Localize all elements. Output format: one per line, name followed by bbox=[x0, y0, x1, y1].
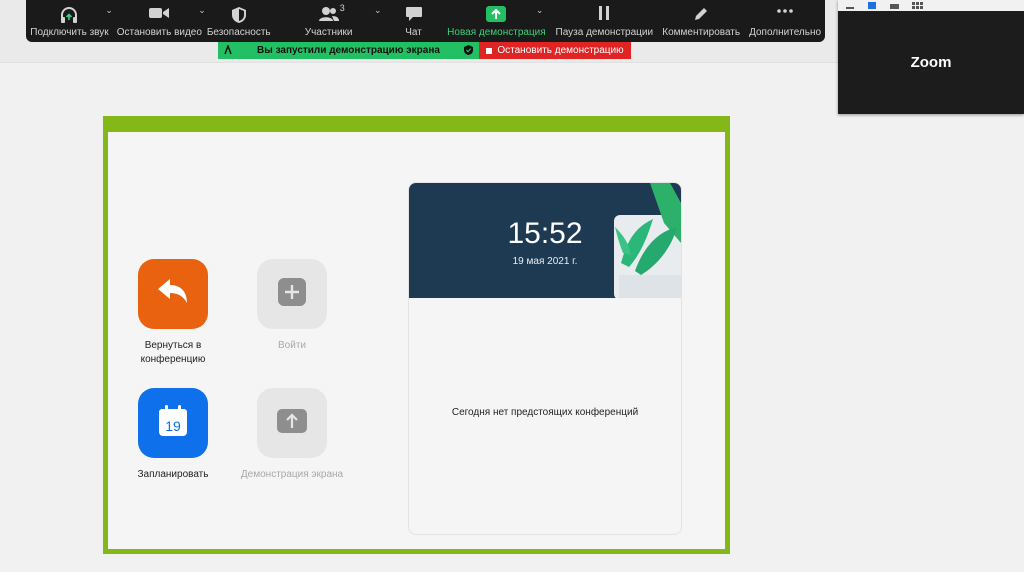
shield-check-icon bbox=[464, 45, 473, 58]
join-audio-button[interactable]: ⌄ Подключить звук bbox=[26, 0, 113, 42]
new-share-label: Новая демонстрация bbox=[447, 27, 546, 38]
chevron-down-icon[interactable]: ⌄ bbox=[374, 5, 382, 16]
pause-share-label: Пауза демонстрации bbox=[555, 27, 654, 38]
current-time: 15:52 bbox=[507, 217, 583, 250]
meeting-toolbar: ⌄ Подключить звук ⌄ Остановить видео Без… bbox=[26, 0, 825, 42]
join-audio-label: Подключить звук bbox=[30, 27, 109, 38]
calendar-icon: 19 bbox=[158, 404, 188, 442]
sharing-status-banner: Вы запустили демонстрацию экрана bbox=[218, 42, 479, 59]
headphones-icon bbox=[59, 6, 79, 27]
new-share-button[interactable]: ⌄ Новая демонстрация bbox=[442, 0, 552, 42]
join-button[interactable] bbox=[257, 259, 327, 329]
chevron-down-icon[interactable]: ⌄ bbox=[198, 5, 206, 16]
return-arrow-icon bbox=[156, 277, 190, 312]
stop-video-label: Остановить видео bbox=[116, 27, 202, 38]
share-screen-label: Демонстрация экрана bbox=[240, 469, 344, 480]
pencil-icon bbox=[693, 6, 709, 25]
participant-name: Zoom bbox=[910, 54, 952, 71]
clock-header: 15:52 19 мая 2021 г. bbox=[409, 183, 681, 298]
more-icon bbox=[776, 6, 794, 17]
zoom-home-window: Вернуться в конференцию Войти 19 Заплани… bbox=[108, 132, 725, 549]
grid-view-icon bbox=[912, 2, 923, 9]
chat-label: Чат bbox=[405, 27, 422, 38]
video-thumbnail[interactable]: Zoom bbox=[838, 0, 1024, 114]
return-to-meeting-label: Вернуться в конференцию bbox=[140, 340, 206, 365]
annotate-label: Комментировать bbox=[662, 27, 741, 38]
minimize-icon bbox=[846, 7, 854, 9]
chevron-down-icon[interactable]: ⌄ bbox=[105, 5, 113, 16]
join-label: Войти bbox=[278, 340, 306, 351]
plus-icon bbox=[278, 277, 306, 311]
video-camera-icon bbox=[148, 6, 170, 23]
return-to-meeting-button[interactable] bbox=[138, 259, 208, 329]
single-view-icon bbox=[868, 2, 876, 9]
broadcast-icon bbox=[224, 43, 232, 58]
security-label: Безопасность bbox=[206, 27, 271, 38]
sharing-status-text: Вы запустили демонстрацию экрана bbox=[257, 45, 440, 56]
no-meetings-text: Сегодня нет предстоящих конференций bbox=[451, 407, 639, 418]
pause-share-button[interactable]: Пауза демонстрации bbox=[551, 0, 657, 42]
participants-icon bbox=[318, 6, 340, 25]
stop-share-label: Остановить демонстрацию bbox=[497, 45, 624, 56]
annotate-button[interactable]: Комментировать bbox=[657, 0, 745, 42]
stop-square-icon bbox=[486, 47, 493, 54]
participants-button[interactable]: 3 ⌄ Участники bbox=[272, 0, 386, 42]
upcoming-meetings-card: 15:52 19 мая 2021 г. Сегодня нет предсто… bbox=[408, 182, 682, 535]
calendar-day: 19 bbox=[165, 418, 181, 434]
schedule-button[interactable]: 19 bbox=[138, 388, 208, 458]
shared-window-frame: Вернуться в конференцию Войти 19 Заплани… bbox=[103, 116, 730, 554]
stop-video-button[interactable]: ⌄ Остановить видео bbox=[113, 0, 206, 42]
upload-arrow-icon bbox=[277, 408, 307, 438]
pause-icon bbox=[597, 6, 611, 23]
more-button[interactable]: Дополнительно bbox=[745, 0, 825, 42]
participants-count: 3 bbox=[339, 3, 345, 13]
share-screen-button[interactable] bbox=[257, 388, 327, 458]
security-button[interactable]: Безопасность bbox=[206, 0, 272, 42]
strip-view-icon bbox=[890, 4, 899, 9]
thumbnail-controls bbox=[838, 0, 1024, 11]
more-label: Дополнительно bbox=[749, 27, 822, 38]
chat-button[interactable]: Чат bbox=[386, 0, 442, 42]
shield-icon bbox=[231, 6, 247, 27]
chevron-down-icon[interactable]: ⌄ bbox=[536, 5, 544, 16]
current-date: 19 мая 2021 г. bbox=[512, 256, 578, 267]
schedule-label: Запланировать bbox=[137, 469, 209, 480]
share-screen-icon bbox=[486, 6, 507, 25]
stop-share-button[interactable]: Остановить демонстрацию bbox=[479, 42, 631, 59]
participants-label: Участники bbox=[304, 27, 353, 38]
chat-icon bbox=[405, 6, 423, 25]
